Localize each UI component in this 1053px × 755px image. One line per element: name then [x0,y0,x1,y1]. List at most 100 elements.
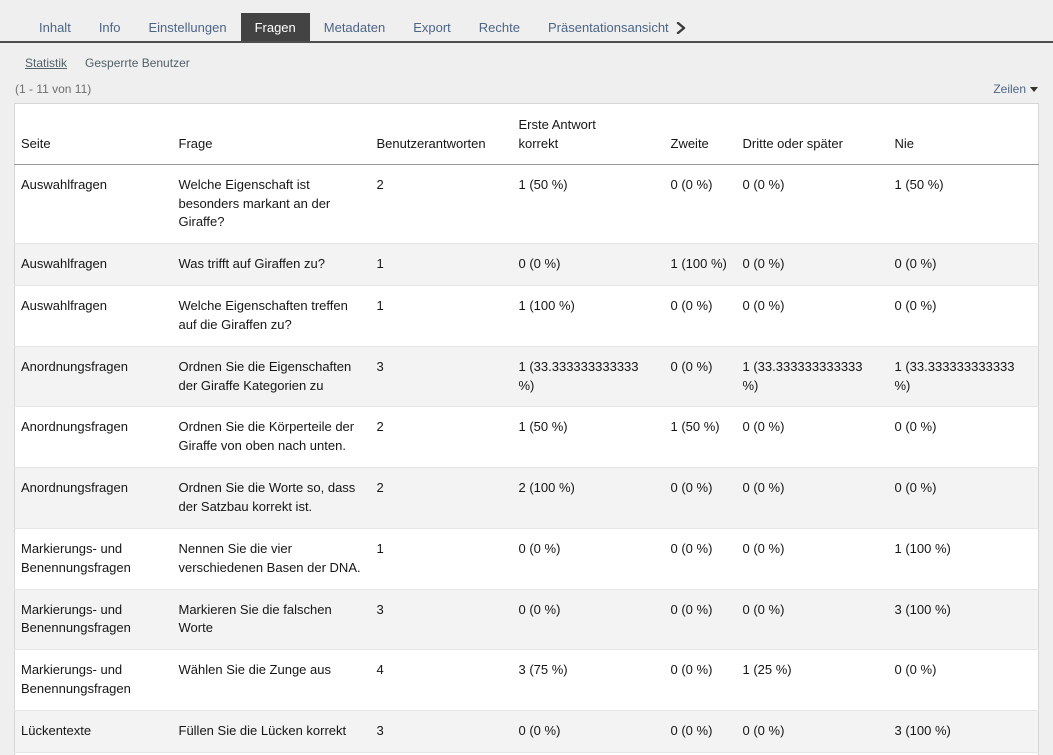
cell-erste-antwort-korrekt: 1 (100 %) [513,286,665,347]
cell-zweite: 1 (50 %) [665,407,737,468]
tab-label: Präsentationsansicht [548,20,669,35]
cell-erste-antwort-korrekt: 0 (0 %) [513,244,665,286]
cell-frage: Markieren Sie die falschen Worte [173,589,371,650]
cell-nie: 0 (0 %) [889,286,1039,347]
cell-dritte-oder-spater: 0 (0 %) [737,164,889,244]
table-row: Markierungs- und BenennungsfragenMarkier… [15,589,1039,650]
table-row: Markierungs- und BenennungsfragenWählen … [15,650,1039,711]
cell-nie: 1 (100 %) [889,528,1039,589]
cell-zweite: 0 (0 %) [665,164,737,244]
table-row: AuswahlfragenWelche Eigenschaft ist beso… [15,164,1039,244]
tab-metadaten[interactable]: Metadaten [310,13,399,41]
cell-benutzerantworten: 4 [371,650,513,711]
cell-seite: Anordnungsfragen [15,468,173,529]
tab-label: Inhalt [39,20,71,35]
cell-frage: Ordnen Sie die Eigenschaften der Giraffe… [173,346,371,407]
cell-erste-antwort-korrekt: 3 (75 %) [513,650,665,711]
cell-erste-antwort-korrekt: 1 (33.333333333333 %) [513,346,665,407]
cell-dritte-oder-spater: 1 (25 %) [737,650,889,711]
column-header-label: Dritte oder später [743,136,843,151]
cell-zweite: 0 (0 %) [665,589,737,650]
column-header-label: Erste Antwort korrekt [519,116,619,154]
tab-export[interactable]: Export [399,13,465,41]
tab-label: Export [413,20,451,35]
cell-seite: Markierungs- und Benennungsfragen [15,589,173,650]
column-header-label: Seite [21,136,51,151]
cell-zweite: 0 (0 %) [665,346,737,407]
cell-benutzerantworten: 3 [371,346,513,407]
cell-erste-antwort-korrekt: 0 (0 %) [513,528,665,589]
cell-benutzerantworten: 1 [371,528,513,589]
cell-erste-antwort-korrekt: 1 (50 %) [513,164,665,244]
tab-fragen[interactable]: Fragen [241,13,310,41]
column-header-zweite: Zweite [665,104,737,165]
tab-label: Rechte [479,20,520,35]
tab-info[interactable]: Info [85,13,135,41]
tab-inhalt[interactable]: Inhalt [25,13,85,41]
cell-zweite: 0 (0 %) [665,650,737,711]
cell-seite: Markierungs- und Benennungsfragen [15,528,173,589]
column-header-frage: Frage [173,104,371,165]
cell-frage: Was trifft auf Giraffen zu? [173,244,371,286]
cell-benutzerantworten: 1 [371,244,513,286]
cell-erste-antwort-korrekt: 1 (50 %) [513,407,665,468]
tab-prasentationsansicht[interactable]: Präsentationsansicht [534,13,700,41]
cell-frage: Ordnen Sie die Worte so, dass der Satzba… [173,468,371,529]
statistics-table: Seite Frage Benutzerantworten Erste Antwort… [14,103,1039,755]
table-row: AuswahlfragenWelche Eigenschaften treffe… [15,286,1039,347]
table-body: AuswahlfragenWelche Eigenschaft ist beso… [15,164,1039,755]
cell-nie: 3 (100 %) [889,589,1039,650]
table-header: Seite Frage Benutzerantworten Erste Antwort… [15,104,1039,165]
column-header-seite: Seite [15,104,173,165]
column-header-label: Zweite [671,136,709,151]
tab-einstellungen[interactable]: Einstellungen [135,13,241,41]
column-header-label: Benutzerantworten [377,136,486,151]
cell-dritte-oder-spater: 0 (0 %) [737,244,889,286]
tab-label: Metadaten [324,20,385,35]
subtab-gesperrte-benutzer[interactable]: Gesperrte Benutzer [85,56,190,70]
subtab-bar: Statistik Gesperrte Benutzer [0,43,1053,70]
cell-dritte-oder-spater: 0 (0 %) [737,286,889,347]
cell-nie: 0 (0 %) [889,650,1039,711]
tab-bar: Inhalt Info Einstellungen Fragen Metadaten Ex… [0,0,1053,43]
cell-frage: Nennen Sie die vier verschiedenen Basen … [173,528,371,589]
cell-frage: Ordnen Sie die Körperteile der Giraffe v… [173,407,371,468]
cell-seite: Anordnungsfragen [15,407,173,468]
result-range-top: (1 - 11 von 11) [15,82,91,96]
page: Inhalt Info Einstellungen Fragen Metadaten Ex… [0,0,1053,755]
tab-label: Einstellungen [149,20,227,35]
cell-zweite: 0 (0 %) [665,528,737,589]
cell-erste-antwort-korrekt: 0 (0 %) [513,710,665,752]
column-header-erste-antwort-korrekt: Erste Antwort korrekt [513,104,665,165]
cell-erste-antwort-korrekt: 0 (0 %) [513,589,665,650]
chevron-right-icon [676,22,686,34]
cell-seite: Auswahlfragen [15,244,173,286]
table-row: AuswahlfragenWas trifft auf Giraffen zu?… [15,244,1039,286]
cell-nie: 0 (0 %) [889,468,1039,529]
table-header-row: Seite Frage Benutzerantworten Erste Antwort… [15,104,1039,165]
cell-nie: 3 (100 %) [889,710,1039,752]
cell-dritte-oder-spater: 0 (0 %) [737,589,889,650]
cell-nie: 0 (0 %) [889,407,1039,468]
rows-dropdown-label: Zeilen [993,82,1026,96]
content: (1 - 11 von 11) Zeilen Seite Frage Benutze… [0,70,1053,755]
cell-benutzerantworten: 2 [371,468,513,529]
cell-zweite: 0 (0 %) [665,286,737,347]
column-header-label: Frage [179,136,213,151]
cell-nie: 1 (50 %) [889,164,1039,244]
subtab-statistik[interactable]: Statistik [25,56,67,70]
rows-dropdown[interactable]: Zeilen [993,82,1038,96]
cell-dritte-oder-spater: 0 (0 %) [737,528,889,589]
cell-seite: Markierungs- und Benennungsfragen [15,650,173,711]
table-meta-row: (1 - 11 von 11) Zeilen [14,70,1039,103]
tab-rechte[interactable]: Rechte [465,13,534,41]
cell-nie: 0 (0 %) [889,244,1039,286]
cell-dritte-oder-spater: 1 (33.333333333333 %) [737,346,889,407]
cell-seite: Auswahlfragen [15,286,173,347]
cell-benutzerantworten: 1 [371,286,513,347]
cell-benutzerantworten: 2 [371,407,513,468]
cell-zweite: 0 (0 %) [665,468,737,529]
cell-benutzerantworten: 2 [371,164,513,244]
cell-frage: Wählen Sie die Zunge aus [173,650,371,711]
cell-dritte-oder-spater: 0 (0 %) [737,468,889,529]
